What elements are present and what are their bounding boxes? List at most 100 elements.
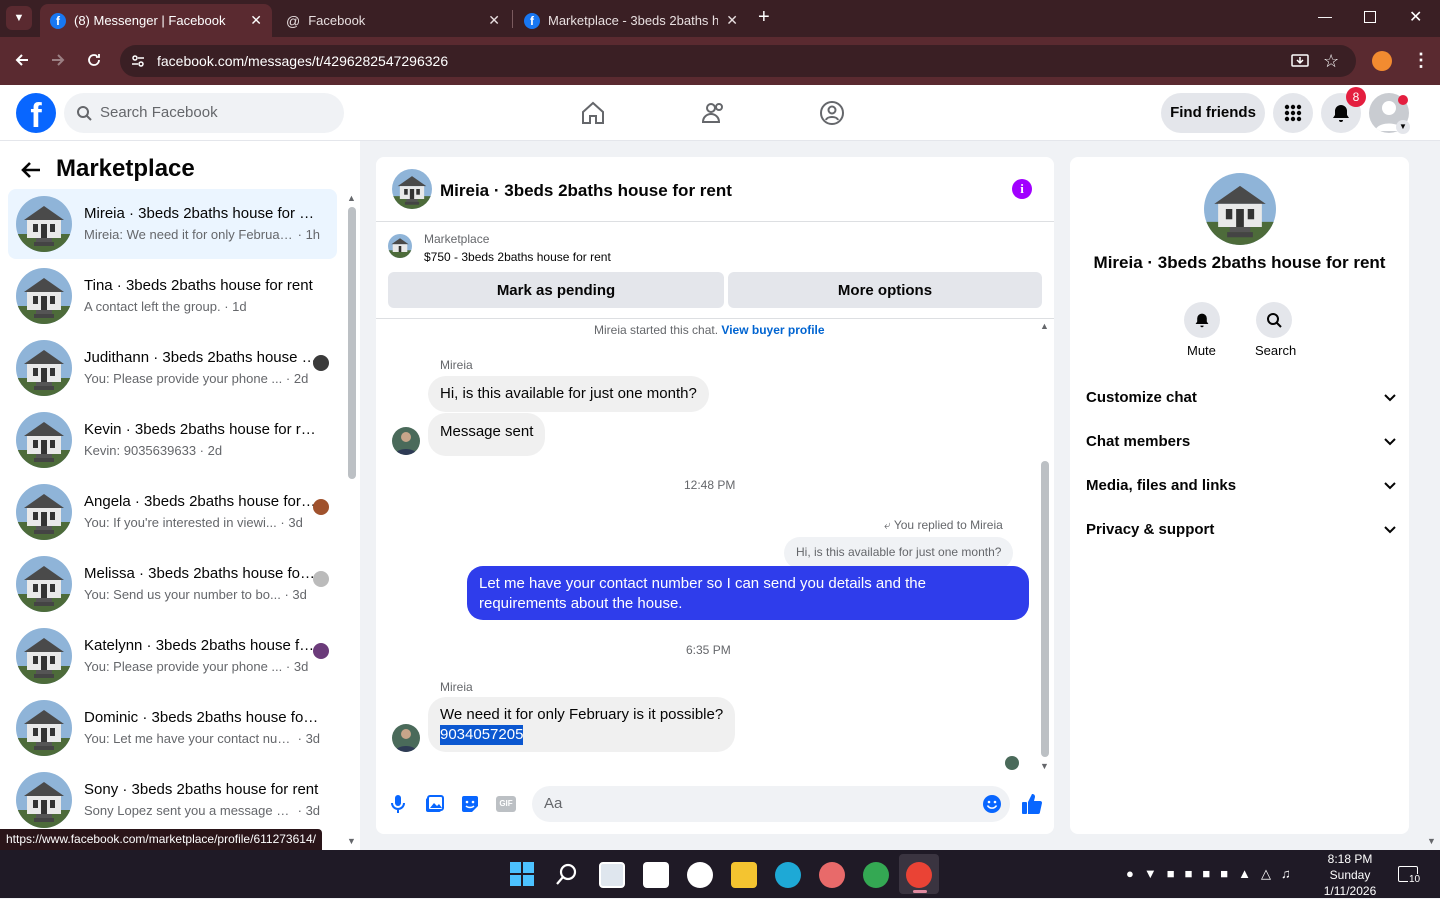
- listing-title[interactable]: $750 - 3beds 2baths house for rent: [424, 250, 611, 264]
- incoming-message[interactable]: We need it for only February is it possi…: [428, 697, 736, 752]
- mark-as-pending-button[interactable]: Mark as pending: [388, 272, 724, 308]
- store-icon[interactable]: [643, 862, 669, 888]
- find-friends-button[interactable]: Find friends: [1161, 93, 1265, 133]
- sender-avatar[interactable]: [392, 724, 420, 752]
- like-icon[interactable]: [1020, 792, 1044, 816]
- conversation-item[interactable]: Judithann · 3beds 2baths house for rent Y…: [8, 333, 337, 403]
- groups-icon[interactable]: [819, 100, 845, 126]
- chevron-down-icon: [1384, 393, 1396, 402]
- phone-number-highlight[interactable]: 9034057205: [440, 725, 524, 745]
- more-options-button[interactable]: More options: [728, 272, 1042, 308]
- start-icon[interactable]: [510, 862, 534, 886]
- sticker-icon[interactable]: [460, 794, 480, 814]
- conversation-item[interactable]: Kevin · 3beds 2baths house for rent Kevin…: [8, 405, 337, 475]
- media-files-links-row[interactable]: Media, files and links: [1086, 477, 1396, 494]
- close-tab-icon[interactable]: ✕: [488, 12, 500, 29]
- forward-icon[interactable]: [50, 52, 66, 68]
- minimize-icon[interactable]: —: [1318, 8, 1332, 24]
- scroll-up-icon[interactable]: ▲: [1040, 321, 1049, 331]
- photo-icon[interactable]: [424, 794, 444, 814]
- privacy-support-row[interactable]: Privacy & support: [1086, 521, 1396, 538]
- page-scroll-down-icon[interactable]: ▼: [1427, 836, 1436, 846]
- conversation-item[interactable]: Katelynn · 3beds 2baths house for rent Yo…: [8, 621, 337, 691]
- tab-facebook[interactable]: @ Facebook ✕: [276, 4, 510, 37]
- account-chevron-icon[interactable]: ▼: [1396, 120, 1410, 134]
- reload-icon[interactable]: [86, 52, 102, 68]
- menu-grid-button[interactable]: [1273, 93, 1313, 133]
- row-label: Chat members: [1086, 433, 1191, 450]
- back-arrow-icon[interactable]: [20, 159, 42, 181]
- conversation-time: · 3d: [285, 659, 309, 674]
- paint-icon[interactable]: [819, 862, 845, 888]
- close-tab-icon[interactable]: ✕: [250, 12, 262, 29]
- site-info-icon[interactable]: [130, 53, 146, 69]
- scroll-up-icon[interactable]: ▲: [347, 193, 356, 203]
- file-explorer-icon[interactable]: [731, 862, 757, 888]
- message-input[interactable]: Aa: [532, 786, 1010, 822]
- close-window-icon[interactable]: ✕: [1409, 7, 1422, 27]
- incoming-message[interactable]: Hi, is this available for just one month…: [428, 376, 709, 412]
- conversation-avatar: [16, 484, 72, 540]
- microphone-icon[interactable]: [390, 794, 406, 814]
- address-bar[interactable]: facebook.com/messages/t/4296282547296326: [120, 45, 1356, 77]
- facebook-logo[interactable]: f: [16, 93, 56, 133]
- quoted-message[interactable]: Hi, is this available for just one month…: [784, 537, 1014, 569]
- incoming-message[interactable]: Message sent: [428, 413, 546, 456]
- scroll-down-icon[interactable]: ▼: [347, 836, 356, 846]
- edge-icon[interactable]: [775, 862, 801, 888]
- listing-thumbnail[interactable]: [388, 234, 412, 258]
- scroll-down-icon[interactable]: ▼: [1040, 761, 1049, 771]
- conversation-time: · 3d: [297, 803, 321, 818]
- outgoing-message[interactable]: Let me have your contact number so I can…: [467, 566, 1029, 620]
- tab-list-button[interactable]: ▼: [6, 6, 32, 30]
- conversation-item[interactable]: Mireia · 3beds 2baths house for rent Mire…: [8, 189, 337, 259]
- customize-chat-row[interactable]: Customize chat: [1086, 389, 1396, 406]
- find-friends-label: Find friends: [1170, 104, 1256, 121]
- back-icon[interactable]: [14, 52, 30, 68]
- close-tab-icon[interactable]: ✕: [726, 12, 738, 29]
- sender-avatar[interactable]: [392, 427, 420, 455]
- row-label: Privacy & support: [1086, 521, 1215, 538]
- chat-title[interactable]: Mireia · 3beds 2baths house for rent: [440, 181, 732, 201]
- whatsapp-icon[interactable]: [687, 862, 713, 888]
- sidebar-scrollbar[interactable]: [348, 207, 356, 479]
- tab-marketplace[interactable]: f Marketplace - 3beds 2baths ho ✕: [514, 4, 748, 37]
- threads-favicon-icon: @: [286, 12, 301, 29]
- install-app-icon[interactable]: [1291, 53, 1309, 69]
- search-input[interactable]: Search Facebook: [64, 93, 344, 133]
- reply-text: You replied to Mireia: [893, 518, 1003, 532]
- chrome-icon[interactable]: [863, 862, 889, 888]
- tab-messenger[interactable]: f (8) Messenger | Facebook ✕: [40, 4, 272, 37]
- chrome-profile-icon[interactable]: [906, 862, 932, 888]
- messages-scrollbar[interactable]: [1041, 461, 1049, 757]
- mute-button[interactable]: [1184, 302, 1220, 338]
- home-icon[interactable]: [580, 100, 606, 126]
- bookmark-star-icon[interactable]: ☆: [1323, 51, 1339, 72]
- friends-icon[interactable]: [700, 100, 726, 126]
- profile-icon[interactable]: [1372, 51, 1392, 71]
- emoji-icon[interactable]: [982, 794, 1002, 814]
- person-photo-icon: [395, 432, 417, 455]
- conversation-item[interactable]: Melissa · 3beds 2baths house for rent You…: [8, 549, 337, 619]
- details-avatar[interactable]: [1204, 173, 1276, 245]
- info-icon[interactable]: i: [1012, 179, 1032, 199]
- browser-menu-icon[interactable]: ⋮: [1412, 50, 1430, 71]
- chat-members-row[interactable]: Chat members: [1086, 433, 1396, 450]
- phone-number: 9034057205: [440, 726, 524, 743]
- taskbar-search-icon[interactable]: [555, 862, 579, 886]
- search-conversation-button[interactable]: [1256, 302, 1292, 338]
- conversation-preview: Mireia: We need it for only Februar... ·…: [84, 227, 320, 242]
- chat-avatar[interactable]: [392, 169, 432, 209]
- conversation-item[interactable]: Sony · 3beds 2baths house for rent Sony L…: [8, 765, 337, 835]
- new-tab-icon[interactable]: +: [758, 6, 770, 29]
- task-view-icon[interactable]: [599, 862, 625, 888]
- conversation-item[interactable]: Dominic · 3beds 2baths house for rent You…: [8, 693, 337, 763]
- gif-icon[interactable]: GIF: [496, 796, 516, 812]
- restore-icon[interactable]: [1364, 11, 1376, 23]
- conversation-item[interactable]: Tina · 3beds 2baths house for rent A cont…: [8, 261, 337, 331]
- quoted-text: Hi, is this available for just one month…: [796, 545, 1002, 559]
- system-tray[interactable]: ●▼■■■■▲△♫: [1126, 866, 1301, 882]
- view-buyer-profile-link[interactable]: View buyer profile: [721, 323, 824, 337]
- conversation-item[interactable]: Angela · 3beds 2baths house for rent You:…: [8, 477, 337, 547]
- clock[interactable]: 8:18 PM Sunday 1/11/2026: [1316, 851, 1384, 899]
